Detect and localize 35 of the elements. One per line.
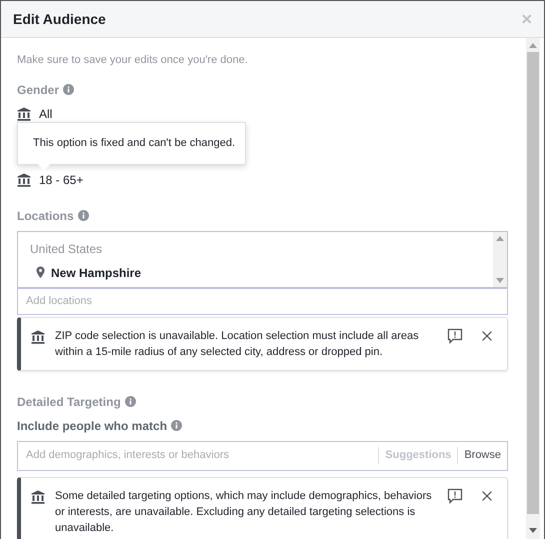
pin-icon (36, 266, 45, 279)
dialog-title: Edit Audience (13, 10, 106, 28)
tooltip-text: This option is fixed and can't be changed. (33, 136, 236, 152)
scroll-down-icon[interactable] (529, 528, 537, 533)
country-label: United States (30, 240, 104, 258)
info-icon[interactable] (124, 396, 136, 407)
age-value: 18 - 65+ (39, 172, 84, 188)
bank-icon (31, 330, 45, 344)
notice-text: Some detailed targeting options, which may include demographics, behaviors or interests, are unavailable. Excluding any detailed targeting selections is unavailable. (55, 488, 433, 536)
info-icon[interactable] (63, 84, 74, 95)
gender-value: All (39, 106, 52, 122)
report-button[interactable] (447, 488, 463, 504)
browse-button[interactable]: Browse (457, 447, 501, 464)
close-icon (480, 328, 494, 343)
feedback-icon (447, 328, 463, 344)
scroll-down-icon[interactable] (496, 278, 504, 282)
report-button[interactable] (447, 328, 463, 344)
scroll-up-icon[interactable] (496, 236, 504, 240)
bank-icon (17, 106, 31, 120)
include-label: Include people who match (17, 418, 168, 434)
section-label: Locations (17, 208, 74, 224)
bank-icon (31, 490, 45, 504)
location-item[interactable]: New Hampshire (51, 264, 142, 282)
feedback-icon (447, 488, 463, 504)
targeting-search-field[interactable]: Add demographics, interests or behaviors Suggestions Browse (17, 440, 508, 470)
location-input[interactable]: Add locations (17, 288, 508, 314)
section-label: Gender (17, 82, 60, 98)
info-icon[interactable] (171, 420, 182, 431)
close-icon (480, 488, 494, 503)
info-icon[interactable] (78, 210, 89, 221)
intro-text: Make sure to save your edits once you're done. (17, 53, 249, 68)
section-label: Detailed Targeting (17, 394, 121, 410)
bank-icon (17, 172, 31, 186)
notice-text: ZIP code selection is unavailable. Location selection must include all areas within a 15-mile radius of any selected city, address or dropped pin. (55, 328, 420, 360)
suggestions-label: Suggestions (378, 447, 458, 464)
